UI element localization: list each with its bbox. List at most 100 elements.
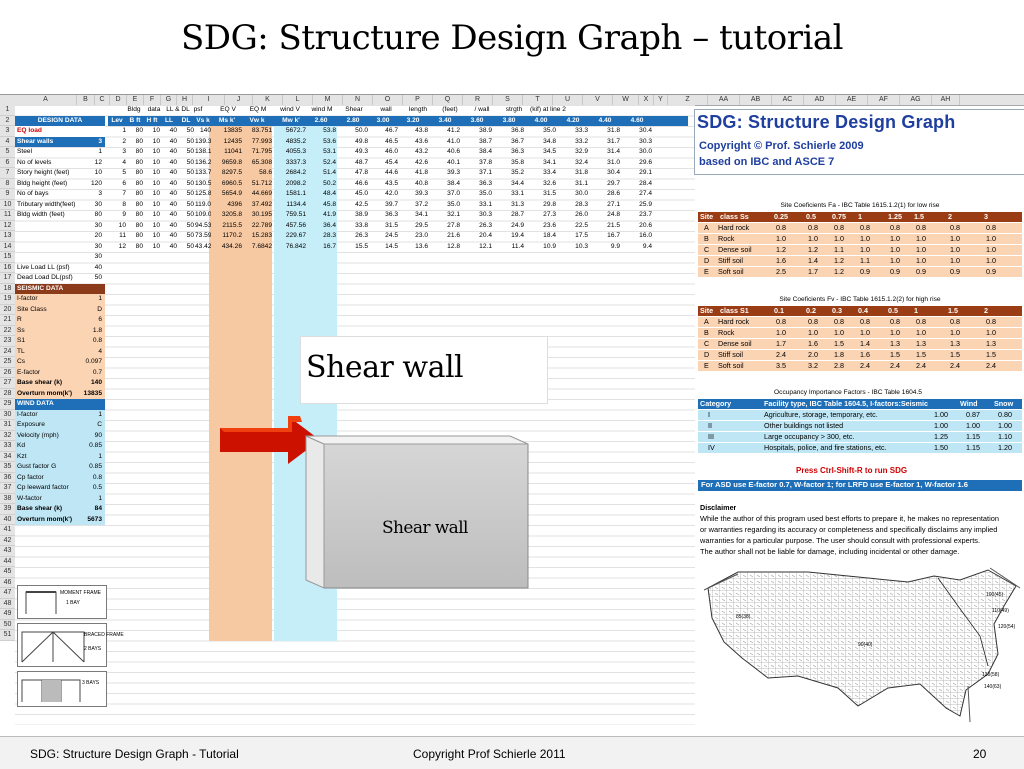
level-header: 3.20: [406, 116, 420, 124]
occupancy-cell: Agriculture, storage, temporary, etc.: [764, 410, 878, 419]
row-header: 14: [0, 241, 15, 252]
level-cell: 31.3: [511, 200, 524, 208]
level-cell: 50: [186, 221, 194, 229]
level-cell: 6: [122, 179, 126, 187]
level-cell: 24.5: [385, 232, 398, 239]
column-header: S: [493, 95, 523, 105]
fa-cell: 1.0: [890, 256, 900, 265]
fa-cell: 1.6: [776, 256, 786, 265]
fv-cell: 0.8: [808, 317, 818, 326]
fv-cell: 1.0: [916, 328, 926, 337]
level-cell: 434.26: [221, 242, 242, 250]
fa-cell: 1.0: [916, 256, 926, 265]
column-header: AF: [868, 95, 900, 105]
row-header: 34: [0, 451, 15, 462]
fa-cell: 0.9: [916, 267, 926, 276]
level-cell: 43.2: [415, 148, 428, 155]
fv-cell: 1.5: [950, 350, 960, 359]
level-cell: 1: [122, 127, 126, 134]
fv-header-cell: 1.5: [948, 306, 958, 315]
braced-frame-bays: 2 BAYS: [84, 646, 102, 652]
column-header: J: [225, 95, 253, 105]
level-header: 3.40: [438, 116, 452, 124]
fa-cell: D: [704, 256, 710, 265]
fv-cell: 1.3: [916, 339, 926, 348]
level-cell: 46.5: [385, 137, 398, 145]
fv-cell: B: [704, 328, 709, 337]
fa-caption: Site Coeficients Fa - IBC Table 1615.1.2…: [780, 202, 940, 209]
level-cell: 32.1: [447, 211, 460, 218]
level-cell: 27.8: [447, 221, 460, 229]
level-cell: 80: [135, 137, 143, 145]
param-value: 3: [98, 190, 102, 197]
level-header: 4.00: [534, 116, 548, 124]
level-cell: 50: [186, 200, 194, 208]
row-header: 31: [0, 420, 15, 431]
occupancy-row: III Large occupancy > 300, etc. 1.25 1.15 1.…: [698, 432, 1022, 443]
level-cell: 77.993: [251, 137, 272, 145]
fa-cell: Hard rock: [718, 223, 750, 232]
level-cell: 40: [169, 190, 177, 197]
level-cell: 40: [169, 211, 177, 218]
level-cell: 45.8: [323, 200, 336, 208]
row-header: 37: [0, 483, 15, 494]
level-cell: 36.8: [511, 127, 524, 134]
level-cell: 47.8: [355, 169, 368, 176]
fv-cell: 1.4: [860, 339, 870, 348]
level-cell: 50: [186, 137, 194, 145]
level-header-top: wind V: [280, 106, 300, 113]
fa-cell: C: [704, 245, 710, 254]
fa-header-cell: 1.5: [914, 212, 924, 221]
level-cell: 46.6: [355, 179, 368, 187]
occupancy-cell: 0.87: [966, 410, 980, 419]
fv-cell: 2.0: [808, 350, 818, 359]
disclaimer-line: The author shall not be liable for damag…: [700, 547, 960, 556]
level-cell: 20.6: [639, 221, 652, 229]
wind-value: 90: [94, 431, 102, 439]
fa-cell: 1.0: [950, 256, 960, 265]
level-cell: 23.0: [415, 232, 428, 239]
fv-cell: Hard rock: [718, 317, 750, 326]
slide-title: SDG: Structure Design Graph – tutorial: [181, 18, 843, 58]
fa-cell: 0.8: [776, 223, 786, 232]
level-cell: 10: [152, 242, 160, 250]
param-value: 1: [98, 148, 102, 155]
level-cell: 12435: [223, 137, 242, 145]
level-header: Vw k: [249, 116, 265, 124]
fv-cell: 3.2: [808, 361, 818, 370]
occupancy-cell: Other buildings not listed: [764, 421, 844, 430]
level-cell: 40: [169, 221, 177, 229]
param-value: 20: [94, 232, 102, 239]
level-cell: 39.3: [447, 169, 460, 176]
moment-frame-bays: 1 BAY: [66, 600, 80, 606]
occupancy-header-cell: Snow: [994, 399, 1014, 408]
level-cell: 51.712: [251, 179, 272, 187]
column-header: T: [523, 95, 553, 105]
row-header: 18: [0, 283, 15, 294]
fa-cell: A: [704, 223, 709, 232]
level-cell: 40.1: [447, 158, 460, 166]
level-cell: 42.0: [385, 190, 398, 197]
level-cell: 10: [152, 127, 160, 134]
fa-cell: E: [704, 267, 709, 276]
level-cell: 26.3: [355, 232, 368, 239]
level-cell: 30.195: [251, 211, 272, 218]
level-cell: 34.5: [543, 148, 556, 155]
moment-frame-sketch: MOMENT FRAME 1 BAY: [17, 585, 107, 619]
fa-cell: 0.9: [860, 267, 870, 276]
occupancy-row: II Other buildings not listed 1.00 1.00 1.00: [698, 421, 1022, 432]
wind-title: WIND DATA: [17, 400, 54, 407]
level-cell: 46.7: [385, 127, 398, 134]
fv-cell: 2.4: [776, 350, 786, 359]
fv-row: C Dense soil 1.7 1.6 1.5 1.4 1.3 1.3 1.3 1.3: [698, 339, 1022, 350]
fv-cell: 1.8: [834, 350, 844, 359]
shear-wall-bays: 3 BAYS: [82, 680, 100, 686]
occupancy-cell: 1.00: [998, 421, 1012, 430]
level-cell: 30.3: [479, 211, 492, 218]
row-header: 46: [0, 577, 15, 588]
level-cell: 9.4: [642, 242, 652, 250]
level-cell: 43.8: [415, 127, 428, 134]
fa-cell: 0.8: [986, 223, 996, 232]
wind-value: 0.8: [92, 473, 102, 481]
level-cell: 11.4: [511, 242, 524, 250]
